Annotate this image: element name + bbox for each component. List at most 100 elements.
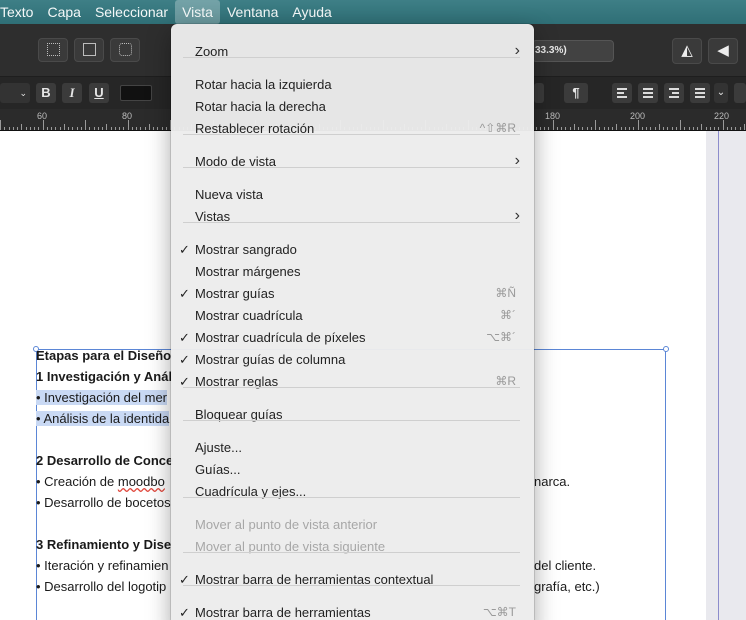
select-frame-button[interactable] — [74, 38, 104, 62]
ruler-tick — [93, 127, 95, 130]
alignment-dropdown[interactable]: ⌄ — [714, 83, 728, 103]
menu-separator — [183, 167, 520, 168]
menu-separator — [183, 222, 520, 223]
ruler-tick — [110, 127, 112, 130]
ruler-tick — [697, 127, 698, 130]
menu-item-view-mode[interactable]: Modo de vista › — [171, 151, 534, 173]
doc-text-line[interactable]: 2 Desarrollo de Conce — [36, 453, 173, 468]
ruler-tick — [63, 124, 65, 130]
menu-item-views[interactable]: Vistas › — [171, 206, 534, 228]
ruler-tick — [161, 127, 163, 130]
menu-texto[interactable]: Texto — [0, 0, 40, 24]
align-left-button[interactable] — [612, 83, 632, 103]
menu-vista[interactable]: Vista — [175, 0, 220, 24]
ruler-tick — [637, 120, 639, 130]
menu-item-label: Ajuste... — [195, 440, 242, 455]
ruler-tick — [688, 127, 690, 130]
menu-item-guides[interactable]: Guías... — [171, 459, 534, 481]
doc-text-line-selected[interactable]: • Análisis de la identida — [36, 411, 170, 426]
menu-ventana[interactable]: Ventana — [220, 0, 285, 24]
menu-item-snapping[interactable]: Ajuste... — [171, 437, 534, 459]
menu-item-reset-rotation[interactable]: Restablecer rotación ^⇧⌘R — [171, 118, 534, 140]
flip-left-button[interactable]: ◀ — [708, 38, 738, 64]
ruler-tick — [705, 127, 707, 130]
transform-button[interactable] — [110, 38, 140, 62]
ruler-tick — [106, 124, 108, 130]
ruler-tick — [97, 127, 99, 130]
doc-text-line[interactable]: 3 Refinamiento y Dise — [36, 537, 171, 552]
menu-item-grid-and-axis[interactable]: Cuadrícula y ejes... — [171, 481, 534, 503]
menu-bar: Texto Capa Seleccionar Vista Ventana Ayu… — [0, 0, 746, 24]
doc-text-line[interactable]: Etapas para el Diseño — [36, 348, 171, 363]
ruler-tick — [735, 127, 737, 130]
menu-item-show-column-guides[interactable]: ✓ Mostrar guías de columna — [171, 349, 534, 371]
justify-button[interactable] — [690, 83, 710, 103]
menu-capa[interactable]: Capa — [40, 0, 87, 24]
ruler-tick — [38, 127, 40, 130]
ruler-tick — [599, 127, 601, 130]
doc-text-line[interactable]: • Desarrollo de bocetos — [36, 495, 171, 510]
underline-button[interactable]: U — [89, 83, 109, 103]
menu-seleccionar[interactable]: Seleccionar — [88, 0, 175, 24]
zoom-field[interactable]: 33.3%) — [532, 40, 614, 62]
menu-item-show-pixel-grid[interactable]: ✓ Mostrar cuadrícula de píxeles ⌥⌘´ — [171, 327, 534, 349]
menu-item-label: Nueva vista — [195, 187, 263, 202]
select-bleed-button[interactable] — [38, 38, 68, 62]
doc-text-line[interactable]: • Creación de moodbo — [36, 474, 165, 489]
italic-button[interactable]: I — [62, 83, 82, 103]
doc-text-line[interactable]: 1 Investigación y Anál — [36, 369, 172, 384]
menu-separator — [183, 387, 520, 388]
menu-item-show-context-toolbar[interactable]: ✓ Mostrar barra de herramientas contextua… — [171, 569, 534, 591]
ruler-tick — [565, 127, 567, 130]
align-extra-button[interactable] — [734, 83, 746, 103]
tab-icon[interactable] — [534, 83, 544, 103]
doc-text-line[interactable]: • Iteración y refinamien — [36, 558, 168, 573]
menu-item-label: Mostrar guías de columna — [195, 352, 346, 367]
ruler-tick — [0, 120, 1, 130]
flip-horizontal-button[interactable]: ◭ — [672, 38, 702, 64]
align-right-button[interactable] — [664, 83, 684, 103]
doc-text-line-selected[interactable]: • Investigación del mer — [36, 390, 168, 405]
column-guide[interactable] — [718, 131, 719, 620]
ruler-tick — [144, 127, 146, 130]
ruler-tick — [552, 120, 554, 130]
menu-item-rotate-right[interactable]: Rotar hacia la derecha — [171, 96, 534, 118]
ruler-tick — [684, 127, 686, 130]
menu-ayuda[interactable]: Ayuda — [285, 0, 338, 24]
ruler-tick — [582, 127, 584, 130]
ruler-tick — [34, 127, 35, 130]
menu-item-show-rulers[interactable]: ✓ Mostrar reglas ⌘R — [171, 371, 534, 393]
ruler-tick — [59, 127, 61, 130]
text-color-swatch[interactable] — [120, 85, 152, 101]
doc-text-line[interactable]: • Desarrollo del logotip — [36, 579, 166, 594]
menu-item-zoom[interactable]: Zoom › — [171, 41, 534, 63]
bold-button[interactable]: B — [36, 83, 56, 103]
menu-item-show-bleed[interactable]: ✓ Mostrar sangrado — [171, 239, 534, 261]
pilcrow-button[interactable]: ¶ — [564, 83, 588, 103]
ruler-tick — [102, 127, 103, 130]
menu-item-new-view[interactable]: Nueva vista — [171, 184, 534, 206]
menu-item-label: Mostrar barra de herramientas — [195, 605, 371, 620]
doc-text-fragment[interactable]: narca. — [534, 474, 570, 489]
menu-item-show-guides[interactable]: ✓ Mostrar guías ⌘Ñ — [171, 283, 534, 305]
frame-handle[interactable] — [663, 346, 669, 352]
ruler-tick — [722, 120, 724, 130]
align-center-button[interactable] — [638, 83, 658, 103]
menu-item-rotate-left[interactable]: Rotar hacia la izquierda — [171, 74, 534, 96]
ruler-tick — [8, 127, 10, 130]
ruler-tick — [573, 124, 575, 130]
ruler-tick — [72, 127, 74, 130]
menu-item-show-margins[interactable]: Mostrar márgenes — [171, 261, 534, 283]
ruler-tick — [650, 127, 652, 130]
menu-item-show-grid[interactable]: Mostrar cuadrícula ⌘´ — [171, 305, 534, 327]
menu-item-show-toolbar[interactable]: ✓ Mostrar barra de herramientas ⌥⌘T — [171, 602, 534, 620]
menu-item-lock-guides[interactable]: Bloquear guías — [171, 404, 534, 426]
menu-item-label: Rotar hacia la derecha — [195, 99, 326, 114]
ruler-tick — [633, 127, 635, 130]
font-size-dropdown[interactable]: ⌄ — [0, 83, 30, 103]
doc-text-fragment[interactable]: grafía, etc.) — [534, 579, 600, 594]
doc-text-fragment[interactable]: del cliente. — [534, 558, 596, 573]
shortcut-label: ⌥⌘´ — [486, 330, 516, 344]
misspelled-word[interactable]: moodbo — [118, 474, 165, 489]
ruler-tick — [701, 124, 703, 130]
